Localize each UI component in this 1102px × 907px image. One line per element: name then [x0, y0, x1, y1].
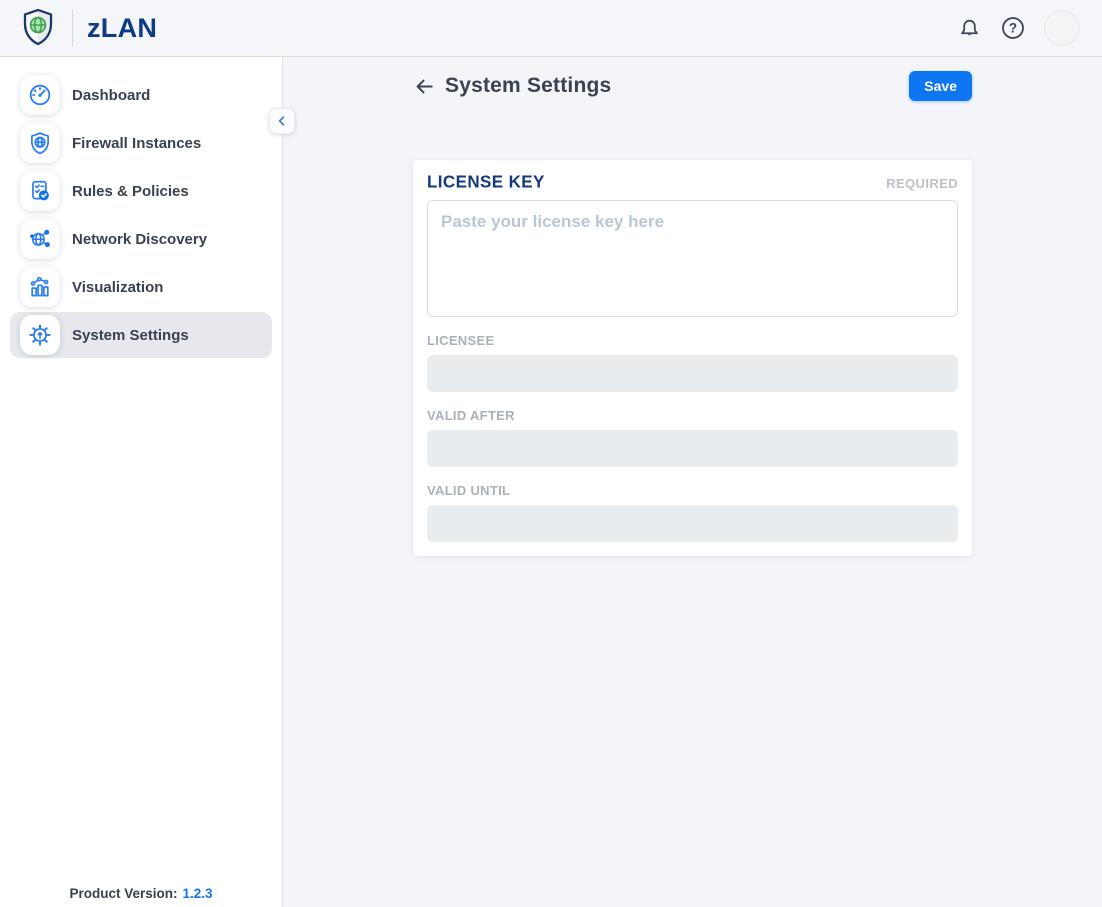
save-button[interactable]: Save: [909, 71, 972, 101]
valid-after-field-group: VALID AFTER: [427, 408, 958, 467]
topbar: zLAN ?: [0, 0, 1102, 57]
required-badge: REQUIRED: [886, 176, 958, 191]
brand-name: zLAN: [87, 13, 157, 44]
valid-after-label: VALID AFTER: [427, 408, 958, 423]
sidebar-item-visualization[interactable]: Visualization: [10, 264, 272, 310]
dashboard-icon: [20, 75, 60, 115]
sidebar-item-label: Rules & Policies: [72, 183, 189, 200]
sidebar-item-dashboard[interactable]: Dashboard: [10, 72, 272, 118]
sidebar-item-system-settings[interactable]: System Settings: [10, 312, 272, 358]
topbar-actions: ?: [957, 10, 1080, 46]
arrow-left-icon: [413, 75, 436, 98]
page-title: System Settings: [445, 74, 611, 98]
help-icon: ?: [1000, 15, 1026, 41]
licensee-field-group: LICENSEE: [427, 333, 958, 392]
license-key-card: LICENSE KEY REQUIRED LICENSEE VALID AFTE…: [413, 160, 972, 556]
card-header: LICENSE KEY REQUIRED: [427, 173, 958, 193]
help-button[interactable]: ?: [1000, 15, 1026, 41]
sidebar-item-firewall-instances[interactable]: Firewall Instances: [10, 120, 272, 166]
sidebar-item-label: System Settings: [72, 327, 189, 344]
back-button[interactable]: [413, 75, 436, 98]
sidebar-item-label: Firewall Instances: [72, 135, 201, 152]
product-version-value: 1.2.3: [183, 886, 213, 901]
card-title: LICENSE KEY: [427, 172, 545, 193]
system-settings-icon: [20, 315, 60, 355]
svg-text:?: ?: [1009, 21, 1017, 36]
valid-until-field-group: VALID UNTIL: [427, 483, 958, 542]
page-header: System Settings Save: [413, 71, 972, 101]
chevron-left-icon: [275, 114, 289, 128]
licensee-label: LICENSEE: [427, 333, 958, 348]
sidebar: Dashboard Firewall Instances: [0, 57, 283, 907]
network-discovery-icon: [20, 219, 60, 259]
sidebar-item-label: Network Discovery: [72, 231, 207, 248]
sidebar-item-network-discovery[interactable]: Network Discovery: [10, 216, 272, 262]
notifications-button[interactable]: [957, 16, 982, 41]
valid-after-input: [427, 430, 958, 467]
product-version: Product Version: 1.2.3: [0, 886, 282, 901]
sidebar-item-label: Dashboard: [72, 87, 150, 104]
shield-logo-icon: [18, 7, 58, 49]
brand-divider: [72, 10, 73, 46]
sidebar-item-rules-policies[interactable]: Rules & Policies: [10, 168, 272, 214]
bell-icon: [957, 16, 982, 41]
avatar[interactable]: [1044, 10, 1080, 46]
licensee-input: [427, 355, 958, 392]
product-version-label: Product Version:: [69, 886, 177, 901]
visualization-icon: [20, 267, 60, 307]
firewall-instances-icon: [20, 123, 60, 163]
sidebar-item-label: Visualization: [72, 279, 163, 296]
sidebar-collapse-button[interactable]: [269, 108, 295, 134]
main-content: System Settings Save LICENSE KEY REQUIRE…: [283, 57, 1102, 907]
brand: zLAN: [18, 7, 157, 49]
valid-until-label: VALID UNTIL: [427, 483, 958, 498]
valid-until-input: [427, 505, 958, 542]
rules-policies-icon: [20, 171, 60, 211]
license-key-textarea[interactable]: [427, 200, 958, 317]
